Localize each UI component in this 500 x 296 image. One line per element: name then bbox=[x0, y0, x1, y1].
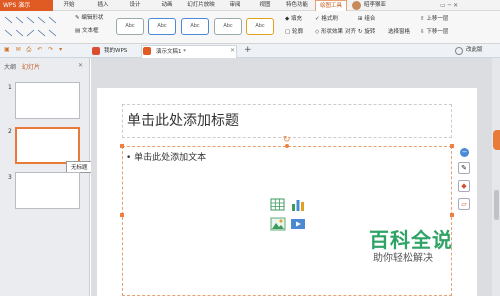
title-placeholder-text[interactable]: 单击此处添加标题 bbox=[127, 110, 239, 130]
textbox-button[interactable]: ▤ 文本框 bbox=[75, 27, 98, 35]
align-button[interactable]: 对齐 bbox=[345, 28, 357, 36]
shape-edit-icon[interactable]: ✎ bbox=[458, 162, 470, 174]
insert-table-icon[interactable] bbox=[270, 198, 286, 212]
shape-effect-button[interactable]: ◇ 形状效果 bbox=[315, 28, 343, 36]
insert-picture-icon[interactable] bbox=[270, 217, 286, 231]
slides-tab[interactable]: 幻灯片 bbox=[22, 62, 40, 71]
wps-app-button[interactable]: WPS 演示 bbox=[0, 0, 53, 11]
user-name[interactable]: 昭李猴亚 bbox=[364, 1, 386, 9]
close-panel-icon[interactable]: ✕ bbox=[78, 62, 83, 69]
edit-shape-label: 编辑形状 bbox=[81, 15, 104, 21]
slide-thumbnail-1[interactable] bbox=[15, 82, 80, 119]
new-tab-button[interactable]: + bbox=[244, 45, 252, 55]
group-button[interactable]: ⊞ 组合 bbox=[358, 15, 375, 23]
window-controls[interactable]: ▭ ─ ✕ bbox=[440, 2, 458, 9]
fill-button[interactable]: ◆ 填充 bbox=[285, 15, 302, 23]
tab-design[interactable]: 设计 bbox=[124, 0, 146, 11]
wps-logo-icon bbox=[92, 47, 100, 55]
resize-handle-t[interactable] bbox=[285, 144, 289, 148]
tab-animation[interactable]: 动画 bbox=[156, 0, 178, 11]
side-panel-toggle[interactable] bbox=[493, 130, 500, 150]
tab-review[interactable]: 审阅 bbox=[224, 0, 246, 11]
slide-number-2: 2 bbox=[8, 128, 12, 135]
insert-chart-icon[interactable] bbox=[290, 198, 306, 212]
outline-tab[interactable]: 大纲 bbox=[4, 62, 16, 71]
document-tab[interactable]: 演示文稿1 * bbox=[141, 45, 237, 58]
tab-insert[interactable]: 插入 bbox=[92, 0, 114, 11]
shape-gallery[interactable] bbox=[2, 14, 68, 42]
tab-features[interactable]: 特色功能 bbox=[282, 0, 312, 11]
rotate-label: 旋转 bbox=[364, 29, 376, 35]
avatar[interactable] bbox=[352, 1, 361, 10]
body-placeholder-text[interactable]: • 单击此处添加文本 bbox=[126, 150, 206, 163]
resize-handle-r[interactable] bbox=[450, 213, 454, 217]
fill-label: 填充 bbox=[290, 16, 302, 22]
feedback-link[interactable]: 改此版 bbox=[466, 46, 483, 54]
textbox-label: 文本框 bbox=[81, 28, 99, 34]
tab-slideshow[interactable]: 幻灯片放映 bbox=[184, 0, 218, 11]
outline-button[interactable]: ▢ 轮廓 bbox=[285, 28, 303, 36]
body-placeholder[interactable] bbox=[122, 146, 452, 296]
format-painter-label: 格式刷 bbox=[321, 16, 338, 22]
insert-media-icon[interactable] bbox=[290, 217, 306, 231]
move-up-button[interactable]: ⇧ 上移一层 bbox=[420, 15, 448, 23]
edit-shape-button[interactable]: ✎ 编辑形状 bbox=[75, 14, 103, 22]
close-tab-icon[interactable]: ✕ bbox=[230, 47, 235, 54]
shape-style-4[interactable]: Abc bbox=[214, 18, 242, 35]
tab-view[interactable]: 视图 bbox=[254, 0, 276, 11]
move-down-label: 下移一层 bbox=[426, 29, 449, 35]
resize-handle-l[interactable] bbox=[120, 213, 124, 217]
slide-number-1: 1 bbox=[8, 84, 12, 91]
vertical-scrollbar[interactable] bbox=[492, 58, 500, 296]
slide-number-3: 3 bbox=[8, 174, 12, 181]
outline-label: 轮廓 bbox=[291, 29, 303, 35]
collapse-icon[interactable]: − bbox=[460, 148, 469, 157]
scrollbar-thumb[interactable] bbox=[494, 190, 499, 220]
quick-access-icons[interactable]: ▣ ✉ ⎙ ↶ ↷ ▾ bbox=[4, 46, 64, 54]
fill-color-icon[interactable]: ◆ bbox=[458, 180, 470, 192]
shape-effect-label: 形状效果 bbox=[320, 29, 343, 35]
tab-drawing-tools[interactable]: 绘图工具 bbox=[315, 0, 347, 11]
group-label: 组合 bbox=[364, 16, 376, 22]
shape-style-2[interactable]: Abc bbox=[148, 18, 176, 35]
move-up-label: 上移一层 bbox=[426, 16, 449, 22]
watermark-subtitle: 助你轻松解决 bbox=[373, 253, 433, 264]
tab-home[interactable]: 开始 bbox=[58, 0, 80, 11]
shape-style-3[interactable]: Abc bbox=[181, 18, 209, 35]
move-down-button[interactable]: ⇩ 下移一层 bbox=[420, 28, 448, 36]
select-pane-button[interactable]: 选择窗格 bbox=[388, 28, 410, 36]
connector-shapes-icon bbox=[4, 16, 57, 37]
resize-handle-tr[interactable] bbox=[450, 144, 454, 148]
shape-style-5[interactable]: Abc bbox=[246, 18, 274, 35]
outline-color-icon[interactable]: ▱ bbox=[458, 198, 470, 210]
format-painter-button[interactable]: ✓ 格式刷 bbox=[315, 15, 338, 23]
shape-style-1[interactable]: Abc bbox=[116, 18, 144, 35]
presentation-file-icon bbox=[143, 47, 151, 55]
help-icon[interactable] bbox=[455, 47, 463, 55]
rotate-button[interactable]: ↻ 旋转 bbox=[358, 28, 375, 36]
slide-thumbnail-3[interactable] bbox=[15, 172, 80, 209]
slide-thumbnail-2[interactable] bbox=[15, 127, 80, 164]
resize-handle-tl[interactable] bbox=[120, 144, 124, 148]
